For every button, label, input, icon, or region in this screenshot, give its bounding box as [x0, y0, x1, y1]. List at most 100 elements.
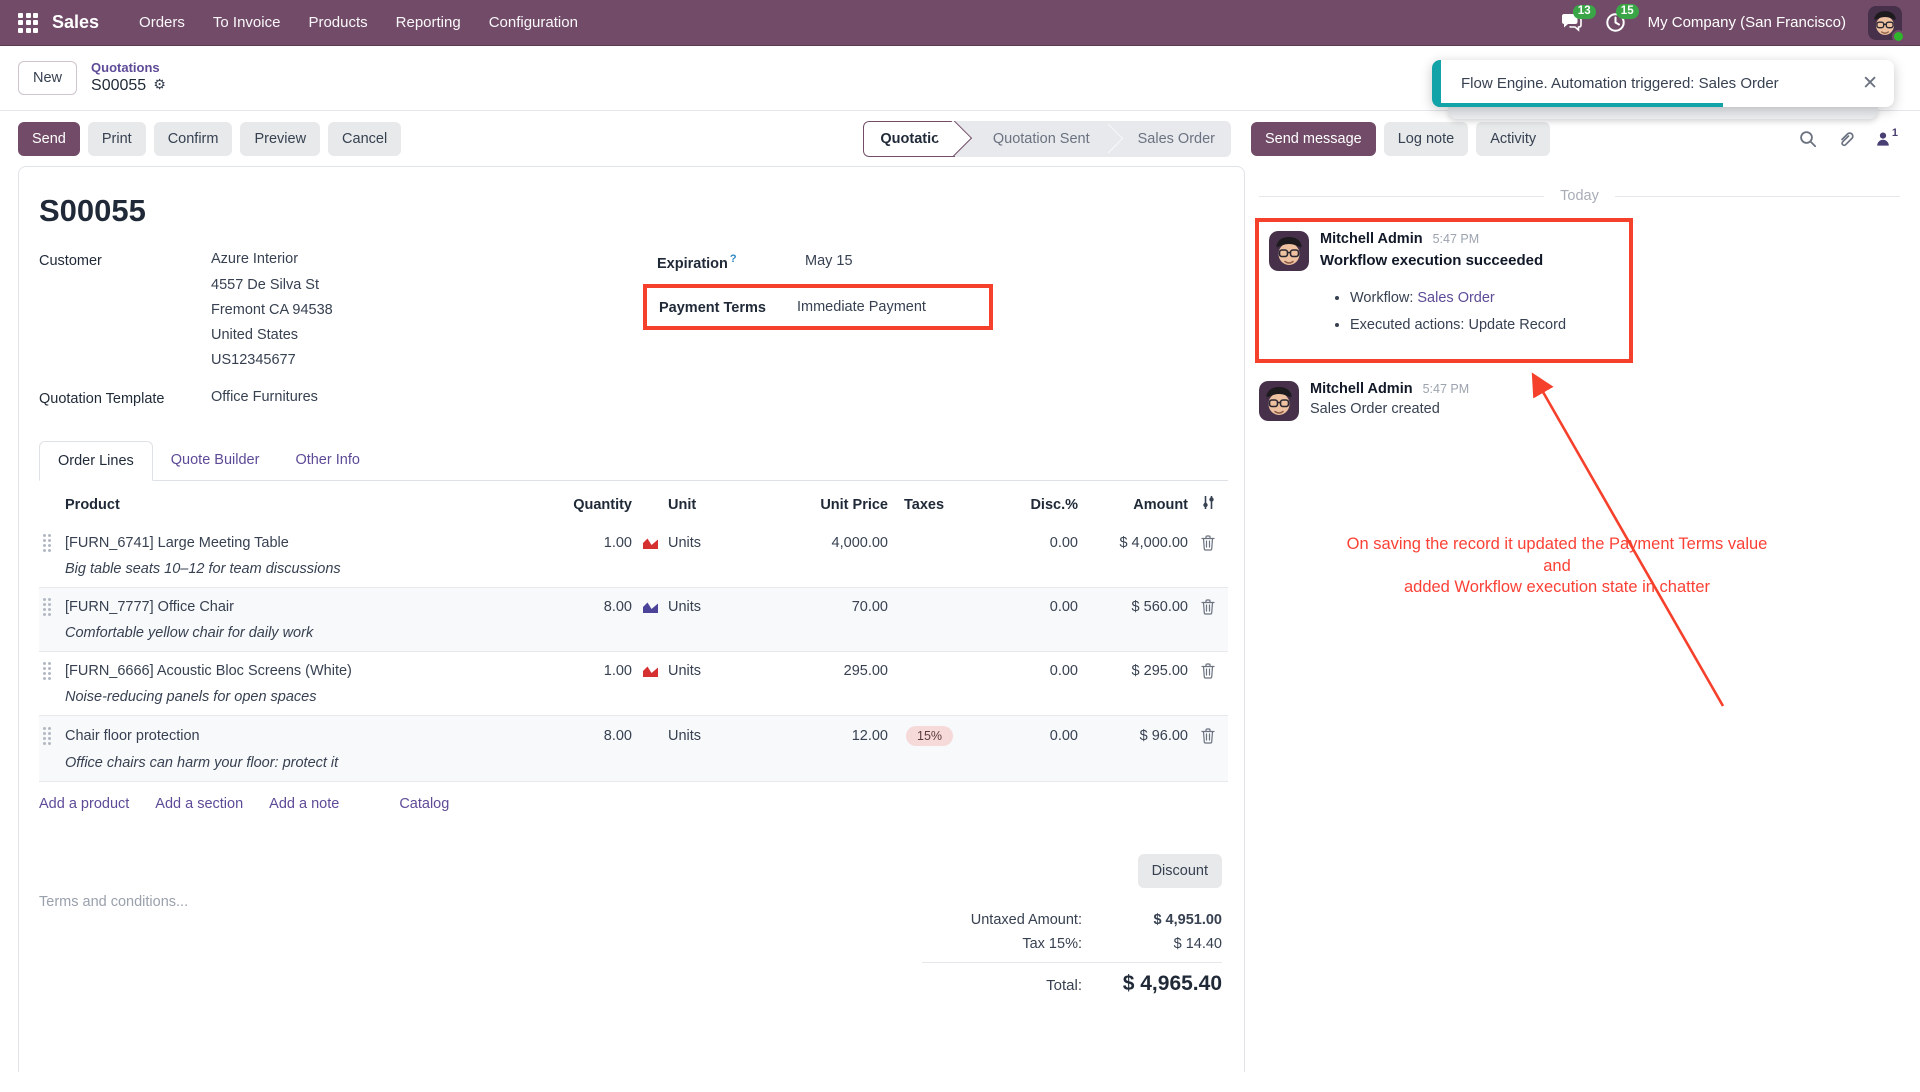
status-step-sales-order[interactable]: Sales Order [1122, 121, 1231, 157]
quantity-cell[interactable]: 1.00 [512, 663, 632, 679]
cancel-button[interactable]: Cancel [328, 122, 401, 156]
unit-price-cell[interactable]: 70.00 [748, 599, 888, 615]
unit-cell[interactable]: Units [668, 599, 748, 615]
table-row[interactable]: Chair floor protection 8.00 Units 12.00 … [39, 716, 1228, 782]
quantity-cell[interactable]: 8.00 [512, 599, 632, 615]
tab-order-lines[interactable]: Order Lines [39, 441, 153, 481]
add-a-note-link[interactable]: Add a note [269, 796, 339, 812]
unit-price-cell[interactable]: 4,000.00 [748, 535, 888, 551]
print-button[interactable]: Print [88, 122, 146, 156]
tab-other-info[interactable]: Other Info [277, 441, 377, 480]
user-avatar[interactable] [1868, 6, 1902, 40]
product-cell[interactable]: [FURN_6666] Acoustic Bloc Screens (White… [65, 663, 512, 679]
quantity-cell[interactable]: 8.00 [512, 728, 632, 744]
disc-cell[interactable]: 0.00 [1000, 599, 1078, 615]
add-a-product-link[interactable]: Add a product [39, 796, 129, 812]
col-disc[interactable]: Disc.% [1000, 497, 1078, 513]
unit-cell[interactable]: Units [668, 728, 748, 744]
col-unit[interactable]: Unit [668, 497, 748, 513]
catalog-link[interactable]: Catalog [399, 796, 449, 812]
message-author[interactable]: Mitchell Admin [1310, 381, 1413, 397]
expiration-field[interactable]: May 15 [805, 253, 1077, 269]
delete-row-icon[interactable] [1188, 663, 1228, 679]
avatar[interactable] [1269, 231, 1309, 343]
product-cell[interactable]: [FURN_6741] Large Meeting Table [65, 535, 512, 551]
col-amount[interactable]: Amount [1078, 497, 1188, 513]
activities-icon[interactable]: 15 [1605, 12, 1626, 33]
log-note-button[interactable]: Log note [1384, 122, 1468, 156]
col-unit-price[interactable]: Unit Price [748, 497, 888, 513]
drag-handle-icon[interactable] [43, 727, 65, 745]
terms-and-conditions-input[interactable]: Terms and conditions... [39, 854, 188, 1000]
send-message-button[interactable]: Send message [1251, 122, 1376, 156]
drag-handle-icon[interactable] [43, 534, 65, 552]
forecast-chart-icon[interactable] [642, 536, 668, 550]
payment-terms-field[interactable]: Immediate Payment [797, 299, 977, 315]
avatar[interactable] [1259, 381, 1299, 421]
help-icon[interactable]: ? [730, 253, 737, 265]
forecast-chart-icon[interactable] [642, 664, 668, 678]
activity-button[interactable]: Activity [1476, 122, 1550, 156]
close-icon[interactable]: ✕ [1862, 74, 1878, 93]
drag-handle-icon[interactable] [43, 598, 65, 616]
table-row[interactable]: [FURN_6741] Large Meeting Table 1.00 Uni… [39, 524, 1228, 588]
product-description[interactable]: Noise-reducing panels for open spaces [65, 689, 1228, 705]
table-row[interactable]: [FURN_7777] Office Chair 8.00 Units 70.0… [39, 588, 1228, 652]
send-button[interactable]: Send [18, 122, 80, 156]
toast-message: Flow Engine. Automation triggered: Sales… [1441, 75, 1779, 92]
gear-icon[interactable]: ⚙ [153, 77, 166, 95]
unit-cell[interactable]: Units [668, 535, 748, 551]
total-value: $ 4,965.40 [1082, 972, 1222, 996]
top-navbar: Sales Orders To Invoice Products Reporti… [0, 0, 1920, 46]
apps-grid-icon[interactable] [18, 13, 38, 33]
sales-order-link[interactable]: Sales Order [1417, 290, 1494, 306]
search-icon[interactable] [1799, 130, 1817, 148]
discount-button[interactable]: Discount [1138, 854, 1222, 888]
breadcrumb-quotations[interactable]: Quotations [91, 60, 166, 76]
unit-cell[interactable]: Units [668, 663, 748, 679]
new-button[interactable]: New [18, 61, 77, 95]
col-taxes[interactable]: Taxes [888, 497, 1000, 513]
delete-row-icon[interactable] [1188, 599, 1228, 615]
unit-price-cell[interactable]: 295.00 [748, 663, 888, 679]
disc-cell[interactable]: 0.00 [1000, 535, 1078, 551]
col-quantity[interactable]: Quantity [512, 497, 632, 513]
preview-button[interactable]: Preview [240, 122, 320, 156]
messages-icon[interactable]: 13 [1560, 13, 1583, 33]
product-description[interactable]: Comfortable yellow chair for daily work [65, 625, 1228, 641]
menu-configuration[interactable]: Configuration [475, 14, 592, 31]
drag-handle-icon[interactable] [43, 662, 65, 680]
menu-to-invoice[interactable]: To Invoice [199, 14, 295, 31]
product-cell[interactable]: [FURN_7777] Office Chair [65, 599, 512, 615]
add-a-section-link[interactable]: Add a section [155, 796, 243, 812]
confirm-button[interactable]: Confirm [154, 122, 233, 156]
optional-columns-icon[interactable] [1188, 495, 1228, 514]
forecast-chart-icon[interactable] [642, 600, 668, 614]
amount-cell: $ 560.00 [1078, 599, 1188, 615]
menu-reporting[interactable]: Reporting [382, 14, 475, 31]
product-description[interactable]: Office chairs can harm your floor: prote… [65, 755, 1228, 771]
customer-name-field[interactable]: Azure Interior [211, 251, 639, 267]
app-name[interactable]: Sales [52, 12, 99, 33]
menu-products[interactable]: Products [294, 14, 381, 31]
product-description[interactable]: Big table seats 10–12 for team discussio… [65, 561, 1228, 577]
attachment-icon[interactable] [1837, 130, 1855, 148]
delete-row-icon[interactable] [1188, 535, 1228, 551]
quotation-template-field[interactable]: Office Furnitures [211, 389, 639, 405]
followers-icon[interactable]: 1 [1875, 131, 1898, 147]
company-switcher[interactable]: My Company (San Francisco) [1648, 14, 1846, 31]
tax-badge[interactable]: 15% [906, 726, 953, 746]
disc-cell[interactable]: 0.00 [1000, 728, 1078, 744]
status-step-quotation-sent[interactable]: Quotation Sent [977, 121, 1106, 157]
tab-quote-builder[interactable]: Quote Builder [153, 441, 278, 480]
menu-orders[interactable]: Orders [125, 14, 199, 31]
message-author[interactable]: Mitchell Admin [1320, 231, 1423, 247]
customer-label: Customer [39, 251, 211, 269]
col-product[interactable]: Product [65, 497, 512, 513]
quantity-cell[interactable]: 1.00 [512, 535, 632, 551]
delete-row-icon[interactable] [1188, 728, 1228, 744]
product-cell[interactable]: Chair floor protection [65, 728, 512, 744]
disc-cell[interactable]: 0.00 [1000, 663, 1078, 679]
unit-price-cell[interactable]: 12.00 [748, 728, 888, 744]
table-row[interactable]: [FURN_6666] Acoustic Bloc Screens (White… [39, 652, 1228, 716]
